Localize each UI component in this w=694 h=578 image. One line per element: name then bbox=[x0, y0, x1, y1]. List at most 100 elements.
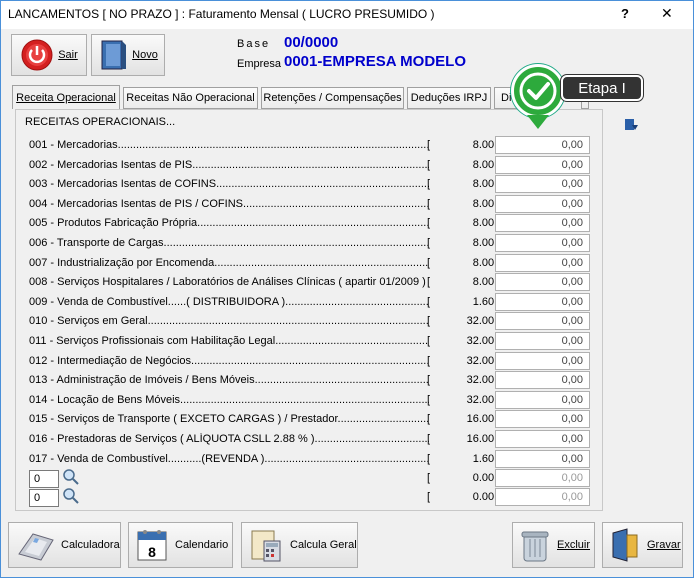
receita-row: 013 - Administração de Imóveis / Bens Mó… bbox=[29, 371, 595, 390]
sair-button[interactable]: Sair bbox=[11, 34, 87, 76]
extra-row-values: [0.00 %] 0,00 bbox=[29, 469, 595, 487]
amount-field[interactable]: 0,00 bbox=[495, 469, 590, 487]
receita-row: 003 - Mercadorias Isentas de COFINS.....… bbox=[29, 175, 595, 194]
receita-label: 011 - Serviços Profissionais com Habilit… bbox=[29, 335, 429, 347]
badge-pointer bbox=[527, 115, 549, 129]
tab-label: Retenções / Compensações bbox=[263, 92, 402, 104]
calcula-geral-button[interactable]: Calcula Geral bbox=[241, 522, 358, 568]
tab-label: Di bbox=[501, 92, 512, 104]
amount-field[interactable]: 0,00 bbox=[495, 449, 590, 468]
checkmark-icon bbox=[519, 72, 557, 110]
receita-label: 003 - Mercadorias Isentas de COFINS.....… bbox=[29, 178, 429, 191]
receita-row: 016 - Prestadoras de Serviços ( ALÍQUOTA… bbox=[29, 430, 595, 448]
receita-label: 008 - Serviços Hospitalares / Laboratóri… bbox=[29, 276, 426, 289]
save-folder-icon bbox=[612, 528, 638, 562]
tab-receita-operacional[interactable]: Receita Operacional bbox=[12, 85, 120, 109]
gravar-button[interactable]: Gravar bbox=[602, 522, 683, 568]
calcula-geral-label: Calcula Geral bbox=[290, 539, 357, 551]
receita-row: 004 - Mercadorias Isentas de PIS / COFIN… bbox=[29, 194, 595, 213]
novo-button[interactable]: Novo bbox=[91, 34, 165, 76]
amount-field[interactable]: 0,00 bbox=[495, 312, 590, 331]
receita-row: 011 - Serviços Profissionais com Habilit… bbox=[29, 332, 595, 350]
tab-receitas-nao-operacional[interactable]: Receitas Não Operacional bbox=[123, 87, 258, 109]
amount-field[interactable]: 0,00 bbox=[495, 292, 590, 311]
receita-label: 009 - Venda de Combustível......( DISTRI… bbox=[29, 295, 429, 308]
amount-field[interactable]: 0,00 bbox=[495, 390, 590, 409]
receita-label: 006 - Transporte de Cargas..............… bbox=[29, 237, 429, 249]
sair-label: Sair bbox=[58, 49, 78, 61]
amount-field[interactable]: 0,00 bbox=[495, 273, 590, 292]
help-button[interactable]: ? bbox=[621, 6, 629, 21]
receita-label: 014 - Locação de Bens Móveis............… bbox=[29, 393, 429, 406]
receita-row: 006 - Transporte de Cargas..............… bbox=[29, 234, 595, 252]
amount-field[interactable]: 0,00 bbox=[495, 214, 590, 233]
amount-field[interactable]: 0,00 bbox=[495, 136, 590, 154]
receita-label: 013 - Administração de Imóveis / Bens Mó… bbox=[29, 374, 429, 387]
empresa-label: Empresa bbox=[237, 58, 282, 70]
amount-field[interactable]: 0,00 bbox=[495, 253, 590, 272]
main-window: LANCAMENTOS [ NO PRAZO ] : Faturamento M… bbox=[0, 0, 694, 578]
receita-row: 002 - Mercadorias Isentas de PIS........… bbox=[29, 155, 595, 174]
excluir-button[interactable]: Excluir bbox=[512, 522, 595, 568]
receita-label: 002 - Mercadorias Isentas de PIS........… bbox=[29, 158, 429, 171]
receita-label: 016 - Prestadoras de Serviços ( ALÍQUOTA… bbox=[29, 433, 429, 445]
amount-field[interactable]: 0,00 bbox=[495, 234, 590, 252]
title-bar: LANCAMENTOS [ NO PRAZO ] : Faturamento M… bbox=[1, 1, 693, 29]
receita-label: 012 - Intermediação de Negócios.........… bbox=[29, 354, 429, 367]
calendar-day: 8 bbox=[148, 544, 156, 560]
empresa-value: 0001-EMPRESA MODELO bbox=[284, 53, 466, 70]
calculator-icon bbox=[18, 533, 54, 561]
etapa-callout: Etapa I bbox=[561, 75, 643, 101]
gravar-label: Gravar bbox=[647, 539, 681, 551]
amount-field[interactable]: 0,00 bbox=[495, 175, 590, 194]
base-label: Base bbox=[237, 38, 271, 50]
power-icon bbox=[21, 39, 53, 71]
calendario-label: Calendario bbox=[175, 539, 229, 551]
receita-row: 012 - Intermediação de Negócios.........… bbox=[29, 351, 595, 370]
receita-row: 005 - Produtos Fabricação Própria.......… bbox=[29, 214, 595, 233]
receita-row: 017 - Venda de Combustível...........(RE… bbox=[29, 449, 595, 468]
receita-row: 015 - Serviços de Transporte ( EXCETO CA… bbox=[29, 410, 595, 429]
calcula-geral-icon bbox=[251, 530, 281, 562]
extra-row-values: [0.00 %] 0,00 bbox=[29, 488, 595, 506]
etapa-label: Etapa I bbox=[578, 79, 626, 97]
checkmark-badge-icon bbox=[511, 64, 565, 118]
receita-row: 014 - Locação de Bens Móveis............… bbox=[29, 390, 595, 409]
tab-label: Receita Operacional bbox=[16, 91, 116, 104]
receita-label: 001 - Mercadorias.......................… bbox=[29, 139, 429, 151]
excluir-label: Excluir bbox=[557, 539, 591, 551]
calculadora-button[interactable]: Calculadora bbox=[8, 522, 121, 568]
receita-row: 009 - Venda de Combustível......( DISTRI… bbox=[29, 292, 595, 311]
amount-field[interactable]: 0,00 bbox=[495, 410, 590, 429]
receita-label: 007 - Industrialização por Encomenda....… bbox=[29, 256, 429, 269]
section-title: RECEITAS OPERACIONAIS... bbox=[25, 116, 176, 128]
calendar-icon: 8 bbox=[137, 530, 167, 561]
amount-field[interactable]: 0,00 bbox=[495, 351, 590, 370]
new-document-icon bbox=[101, 40, 127, 70]
receita-row: 001 - Mercadorias.......................… bbox=[29, 136, 595, 154]
tab-retencoes-compensacoes[interactable]: Retenções / Compensações bbox=[261, 87, 404, 109]
amount-field[interactable]: 0,00 bbox=[495, 194, 590, 213]
receita-row: 008 - Serviços Hospitalares / Laboratóri… bbox=[29, 273, 595, 292]
base-value: 00/0000 bbox=[284, 34, 339, 51]
amount-field[interactable]: 0,00 bbox=[495, 332, 590, 350]
amount-field[interactable]: 0,00 bbox=[495, 488, 590, 506]
tab-deducoes-irpj[interactable]: Deduções IRPJ bbox=[407, 87, 491, 109]
close-button[interactable]: ✕ bbox=[661, 5, 673, 22]
tab-label: Receitas Não Operacional bbox=[126, 92, 255, 104]
calculadora-label: Calculadora bbox=[61, 539, 120, 551]
receita-label: 004 - Mercadorias Isentas de PIS / COFIN… bbox=[29, 197, 429, 210]
novo-label: Novo bbox=[132, 49, 158, 61]
amount-field[interactable]: 0,00 bbox=[495, 155, 590, 174]
receita-row: 010 - Serviços em Geral.................… bbox=[29, 312, 595, 331]
tab-label: Deduções IRPJ bbox=[410, 92, 488, 104]
amount-field[interactable]: 0,00 bbox=[495, 371, 590, 390]
amount-field[interactable]: 0,00 bbox=[495, 430, 590, 448]
receita-label: 017 - Venda de Combustível...........(RE… bbox=[29, 452, 429, 465]
receita-label: 005 - Produtos Fabricação Própria.......… bbox=[29, 217, 429, 230]
receita-label: 010 - Serviços em Geral.................… bbox=[29, 315, 429, 328]
calendario-button[interactable]: 8 Calendario bbox=[128, 522, 233, 568]
export-icon[interactable] bbox=[623, 117, 639, 133]
window-title: LANCAMENTOS [ NO PRAZO ] : Faturamento M… bbox=[8, 7, 435, 21]
receita-label: 015 - Serviços de Transporte ( EXCETO CA… bbox=[29, 413, 429, 426]
